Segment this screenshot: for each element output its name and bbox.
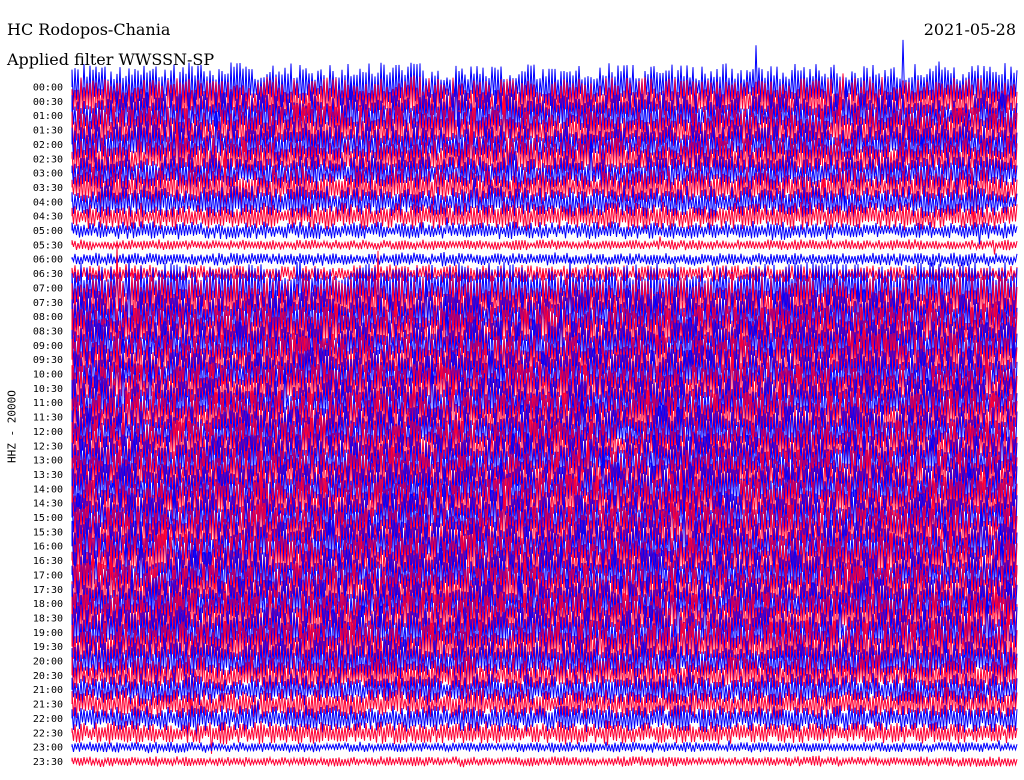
time-label: 08:00 — [33, 312, 63, 323]
time-label: 06:00 — [33, 255, 63, 266]
time-label: 03:30 — [33, 183, 63, 194]
trace-group — [71, 39, 1018, 768]
time-label: 21:00 — [33, 685, 63, 696]
time-label: 21:30 — [33, 700, 63, 711]
seismic-trace — [71, 755, 1018, 768]
time-label: 20:00 — [33, 657, 63, 668]
time-label: 19:00 — [33, 628, 63, 639]
time-label: 00:30 — [33, 97, 63, 108]
time-label: 20:30 — [33, 671, 63, 682]
time-label: 23:30 — [33, 757, 63, 768]
time-label: 02:00 — [33, 140, 63, 151]
time-label: 01:30 — [33, 126, 63, 137]
time-label: 19:30 — [33, 642, 63, 653]
time-label: 07:30 — [33, 298, 63, 309]
time-label: 13:00 — [33, 456, 63, 467]
seismic-trace — [71, 252, 1018, 267]
time-label: 10:30 — [33, 384, 63, 395]
time-label: 11:30 — [33, 413, 63, 424]
time-label: 23:00 — [33, 743, 63, 754]
time-label: 07:00 — [33, 283, 63, 294]
time-label: 13:30 — [33, 470, 63, 481]
time-label: 16:00 — [33, 542, 63, 553]
time-label: 22:00 — [33, 714, 63, 725]
time-label: 12:30 — [33, 441, 63, 452]
time-label: 18:30 — [33, 613, 63, 624]
seismic-trace — [71, 740, 1018, 754]
time-label: 15:00 — [33, 513, 63, 524]
time-label: 22:30 — [33, 728, 63, 739]
time-label: 03:00 — [33, 169, 63, 180]
time-label: 18:00 — [33, 599, 63, 610]
time-label: 01:00 — [33, 111, 63, 122]
time-label: 05:00 — [33, 226, 63, 237]
time-label: 14:30 — [33, 499, 63, 510]
time-label: 05:30 — [33, 240, 63, 251]
time-label: 11:00 — [33, 398, 63, 409]
time-label: 17:00 — [33, 570, 63, 581]
time-label: 02:30 — [33, 154, 63, 165]
seismic-trace — [71, 236, 1018, 255]
channel-label: HHZ - 2000O — [5, 390, 19, 463]
time-label-group: 00:00 00:30 01:00 01:30 02:00 02:30 03:00 03:30… — [33, 83, 63, 768]
time-label: 12:00 — [33, 427, 63, 438]
seismic-trace — [71, 720, 1018, 754]
time-label: 16:30 — [33, 556, 63, 567]
time-label: 09:30 — [33, 355, 63, 366]
time-label: 00:00 — [33, 83, 63, 94]
time-label: 08:30 — [33, 326, 63, 337]
time-label: 10:00 — [33, 370, 63, 381]
helicorder-plot: 00:00 00:30 01:00 01:30 02:00 02:30 03:00 03:30… — [33, 39, 1018, 768]
time-label: 09:00 — [33, 341, 63, 352]
time-label: 06:30 — [33, 269, 63, 280]
time-label: 17:30 — [33, 585, 63, 596]
time-label: 04:00 — [33, 197, 63, 208]
time-label: 04:30 — [33, 212, 63, 223]
time-label: 15:30 — [33, 527, 63, 538]
time-label: 14:00 — [33, 484, 63, 495]
